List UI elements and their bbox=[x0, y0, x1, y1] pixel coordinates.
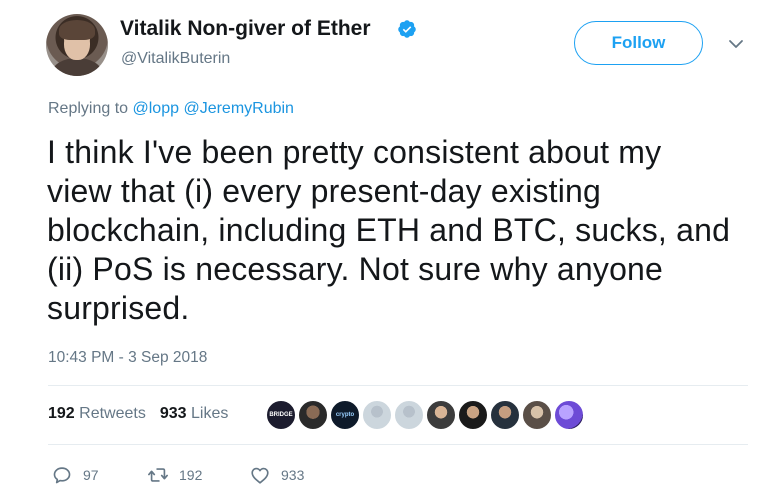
replying-to: Replying to @lopp @JeremyRubin bbox=[48, 100, 294, 118]
mention-lopp[interactable]: @lopp bbox=[133, 100, 180, 117]
retweet-button[interactable]: 192 bbox=[147, 463, 202, 487]
liker-avatar[interactable] bbox=[522, 400, 552, 430]
liker-avatar-label: BRIDGE bbox=[269, 412, 293, 418]
replying-prefix: Replying to bbox=[48, 100, 133, 117]
reply-icon bbox=[53, 467, 71, 484]
avatar-hair bbox=[59, 20, 95, 40]
retweet-icon bbox=[148, 468, 168, 482]
liker-avatar[interactable]: BRIDGE bbox=[266, 400, 296, 430]
like-count: 933 bbox=[281, 467, 305, 483]
avatar[interactable] bbox=[46, 14, 108, 76]
retweets-count: 192 bbox=[48, 405, 75, 422]
liker-avatars: BRIDGE crypto bbox=[266, 400, 586, 432]
follow-button[interactable]: Follow bbox=[574, 21, 703, 65]
liker-avatar[interactable] bbox=[554, 400, 584, 430]
mention-jeremyrubin[interactable]: @JeremyRubin bbox=[183, 100, 294, 117]
liker-avatar[interactable] bbox=[362, 400, 392, 430]
tweet-stats: 192 Retweets 933 Likes bbox=[48, 405, 228, 423]
tweet-text: I think I've been pretty consistent abou… bbox=[47, 134, 731, 326]
retweets-stat[interactable]: 192 Retweets bbox=[48, 405, 146, 422]
author-handle[interactable]: @VitalikButerin bbox=[121, 50, 230, 68]
reply-count: 97 bbox=[83, 467, 99, 483]
likes-count: 933 bbox=[159, 405, 187, 422]
author-name[interactable]: Vitalik Non-giver of Ether bbox=[120, 17, 371, 41]
avatar-shirt bbox=[52, 58, 102, 76]
retweets-label: Retweets bbox=[79, 405, 146, 422]
liker-avatar[interactable] bbox=[394, 400, 424, 430]
heart-icon bbox=[251, 467, 269, 484]
liker-avatar[interactable] bbox=[458, 400, 488, 430]
verified-badge-icon bbox=[398, 20, 416, 38]
like-button[interactable]: 933 bbox=[249, 463, 304, 487]
tweet-timestamp[interactable]: 10:43 PM - 3 Sep 2018 bbox=[48, 349, 207, 367]
tweet-card: Vitalik Non-giver of Ether @VitalikButer… bbox=[0, 0, 784, 496]
liker-avatar[interactable] bbox=[298, 400, 328, 430]
liker-avatar[interactable] bbox=[490, 400, 520, 430]
liker-avatar[interactable]: crypto bbox=[330, 400, 360, 430]
likes-label: Likes bbox=[191, 405, 229, 422]
divider bbox=[48, 385, 748, 386]
reply-button[interactable]: 97 bbox=[51, 463, 99, 487]
likes-stat[interactable]: 933 Likes bbox=[160, 405, 229, 422]
retweet-count: 192 bbox=[179, 467, 203, 483]
liker-avatar[interactable] bbox=[426, 400, 456, 430]
divider bbox=[48, 444, 748, 445]
liker-avatar-label: crypto bbox=[335, 412, 355, 418]
chevron-down-icon[interactable] bbox=[727, 37, 745, 51]
